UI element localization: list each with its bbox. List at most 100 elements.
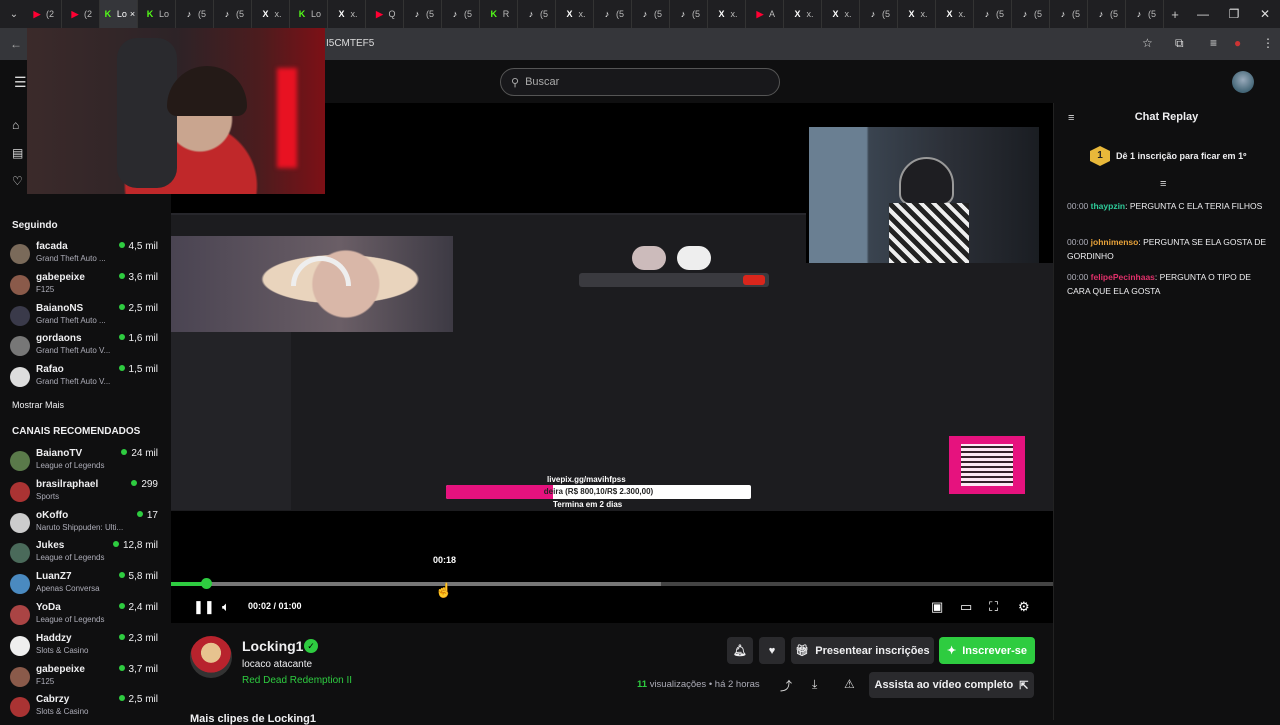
extensions-icon[interactable]: ⧉: [1175, 36, 1184, 51]
sidebar-channel[interactable]: BaianoTV League of Legends 24 mil: [10, 448, 165, 478]
sidebar-channel[interactable]: Haddzy Slots & Casino 2,3 mil: [10, 633, 165, 663]
message-user[interactable]: thaypzin: [1091, 201, 1125, 211]
viewer-count: 5,8 mil: [119, 571, 158, 582]
browser-tab[interactable]: ♪ (5: [974, 0, 1012, 28]
browser-tab-label: x.: [844, 9, 852, 19]
browser-tab[interactable]: Xx.: [556, 0, 594, 28]
browser-tab-label: x.: [958, 9, 966, 19]
browser-tab[interactable]: ♪ (5: [1126, 0, 1164, 28]
browser-tab[interactable]: Xx.: [822, 0, 860, 28]
following-title: Seguindo: [12, 220, 58, 231]
browser-tab[interactable]: K Lo: [138, 0, 176, 28]
notifications-button[interactable]: 🔔︎: [727, 637, 753, 664]
chat-filter-icon[interactable]: ≡: [1160, 178, 1166, 190]
sidebar-channel[interactable]: LuanZ7 Apenas Conversa 5,8 mil: [10, 571, 165, 601]
sidebar-channel[interactable]: gabepeixe F125 3,6 mil: [10, 272, 165, 302]
miniplayer-icon[interactable]: ▣: [931, 599, 943, 615]
volume-icon[interactable]: 🔈︎: [222, 599, 230, 615]
sidebar-channel[interactable]: oKoffo Naruto Shippuden: Ulti... 17: [10, 510, 165, 540]
sidebar-channel[interactable]: facada Grand Theft Auto ... 4,5 mil: [10, 241, 165, 271]
browser-tab[interactable]: Xx.: [898, 0, 936, 28]
message-user[interactable]: felipePecinhaas: [1091, 272, 1155, 282]
browser-tab[interactable]: ♪ (5: [594, 0, 632, 28]
pause-icon[interactable]: ❚❚: [193, 599, 215, 615]
channel-avatar: [10, 635, 30, 656]
browser-tab[interactable]: ♪ (5: [214, 0, 252, 28]
sidebar-channel[interactable]: gabepeixe F125 3,7 mil: [10, 664, 165, 694]
close-window-icon[interactable]: ✕: [1250, 0, 1280, 28]
sub-leaderboard[interactable]: 1 Dê 1 inscrição para ficar em 1º: [1090, 146, 1246, 166]
seek-bar[interactable]: [171, 578, 1053, 589]
browser-tab-label: (5: [615, 9, 624, 19]
browser-tab[interactable]: ▶ (2: [62, 0, 100, 28]
follow-button[interactable]: ♥: [759, 637, 785, 664]
report-icon[interactable]: ⚠: [844, 677, 855, 691]
theater-mode-icon[interactable]: ▭: [960, 599, 972, 615]
browser-tab[interactable]: ♪ (5: [176, 0, 214, 28]
hamburger-menu-icon[interactable]: ☰: [14, 74, 27, 91]
minimize-icon[interactable]: —: [1188, 0, 1218, 28]
search-input[interactable]: ⚲ Buscar: [500, 68, 780, 96]
back-icon[interactable]: ←: [10, 37, 22, 51]
user-avatar[interactable]: [1232, 71, 1254, 93]
tiktok-icon: ♪: [870, 9, 876, 19]
sidebar-channel[interactable]: BaianoNS Grand Theft Auto ... 2,5 mil: [10, 303, 165, 333]
search-icon: ⚲: [511, 76, 520, 89]
home-icon[interactable]: ⌂: [12, 118, 19, 132]
secondary-webcam: [809, 127, 1039, 263]
channel-avatar: [10, 605, 30, 625]
browser-tab[interactable]: ♪ (5: [404, 0, 442, 28]
profile-icon[interactable]: ●: [1234, 36, 1241, 50]
following-heart-icon[interactable]: ♡: [12, 174, 23, 188]
browser-tab[interactable]: Xx.: [936, 0, 974, 28]
settings-icon[interactable]: ⚙: [1018, 599, 1030, 615]
fullscreen-icon[interactable]: ⛶: [989, 599, 998, 615]
sidebar-channel[interactable]: YoDa League of Legends 2,4 mil: [10, 602, 165, 632]
browser-tab[interactable]: Xx.: [328, 0, 366, 28]
browser-tab[interactable]: ▶ A: [746, 0, 784, 28]
channel-avatar[interactable]: [190, 636, 232, 678]
sidebar-channel[interactable]: Rafao Grand Theft Auto V... 1,5 mil: [10, 364, 165, 394]
sidebar-channel[interactable]: gordaons Grand Theft Auto V... 1,6 mil: [10, 333, 165, 363]
browser-tab[interactable]: ♪ (5: [1012, 0, 1050, 28]
browser-tab[interactable]: KR: [480, 0, 518, 28]
browser-tab[interactable]: K Lo ×: [100, 0, 138, 28]
watch-full-video-button[interactable]: Assista ao vídeo completo ⇱: [869, 672, 1034, 698]
browser-tab[interactable]: ♪ (5: [1050, 0, 1088, 28]
tiktok-icon: ♪: [680, 9, 686, 19]
browser-tab[interactable]: Xx.: [708, 0, 746, 28]
show-more-link[interactable]: Mostrar Mais: [12, 400, 64, 410]
game-link[interactable]: Red Dead Redemption II: [242, 675, 352, 686]
share-icon[interactable]: ⤴: [780, 677, 792, 694]
message-user[interactable]: johnimenso: [1091, 237, 1139, 247]
browser-tab[interactable]: ♪ (5: [860, 0, 898, 28]
browse-icon[interactable]: ▤: [12, 146, 23, 160]
channel-avatar: [10, 666, 30, 687]
media-controls-icon[interactable]: ≡: [1210, 36, 1217, 50]
sidebar-channel[interactable]: Jukes League of Legends 12,8 mil: [10, 540, 165, 570]
browser-tab[interactable]: Xx.: [252, 0, 290, 28]
close-tab-icon[interactable]: ×: [130, 9, 135, 19]
browser-tab[interactable]: ♪ (5: [1088, 0, 1126, 28]
browser-tab[interactable]: ♪ (5: [670, 0, 708, 28]
subscribe-button[interactable]: ✦ Inscrever-se: [939, 637, 1035, 664]
sparkle-icon: ✦: [946, 645, 957, 657]
maximize-icon[interactable]: ❐: [1219, 0, 1249, 28]
browser-tab-label: (5: [1147, 9, 1156, 19]
browser-tab[interactable]: K Lo: [290, 0, 328, 28]
browser-tab[interactable]: Xx.: [784, 0, 822, 28]
browser-tab[interactable]: ▶ (2: [24, 0, 62, 28]
browser-tab[interactable]: ▶ Q: [366, 0, 404, 28]
browser-menu-icon[interactable]: ⋮: [1262, 36, 1274, 50]
sidebar-channel[interactable]: brasilraphael Sports 299: [10, 479, 165, 509]
browser-tab[interactable]: ♪ (5: [632, 0, 670, 28]
download-icon[interactable]: ⤓: [812, 677, 817, 692]
bookmark-star-icon[interactable]: ☆: [1142, 36, 1153, 50]
url-text[interactable]: I5CMTEF5: [326, 38, 374, 49]
channel-name[interactable]: Locking1: [242, 638, 303, 654]
browser-tab[interactable]: ♪ (5: [442, 0, 480, 28]
new-tab-button[interactable]: +: [1164, 7, 1186, 22]
tab-list-button[interactable]: ⌄: [4, 9, 24, 20]
browser-tab[interactable]: ♪ (5: [518, 0, 556, 28]
gift-subs-button[interactable]: 🎁︎ Presentear inscrições: [791, 637, 934, 664]
